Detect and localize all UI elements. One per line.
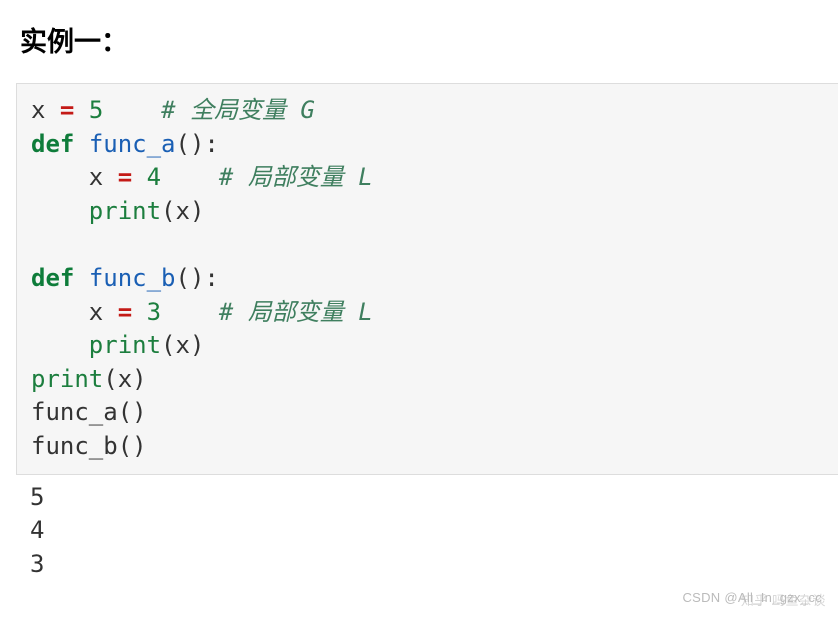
code-block: x = 5 # 全局变量 G def func_a(): x = 4 # 局部变… bbox=[16, 83, 838, 475]
watermark-text: CSDN @All_In_gzx_cc bbox=[682, 590, 822, 605]
output-block: 5 4 3 bbox=[16, 475, 838, 582]
section-heading: 实例一： bbox=[20, 20, 838, 59]
